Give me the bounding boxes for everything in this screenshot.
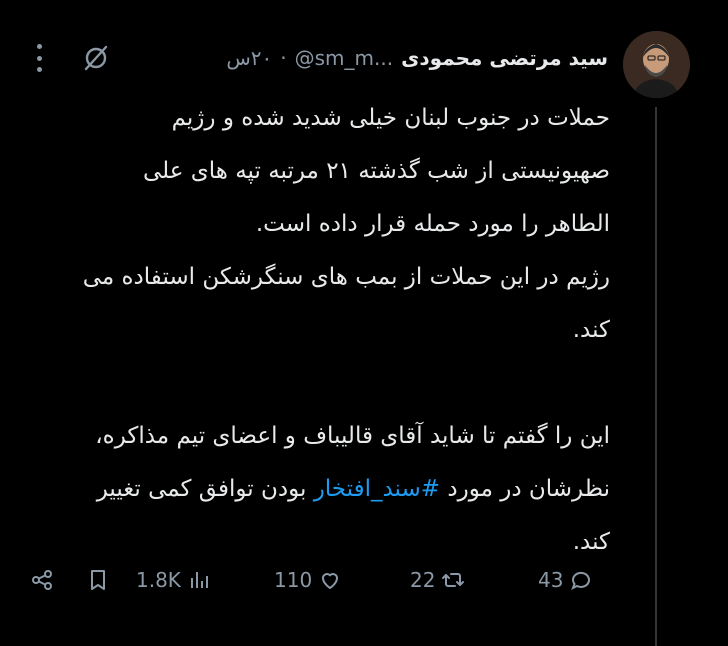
user-handle[interactable]: @sm_m...	[295, 46, 393, 70]
tweet-body: حملات در جنوب لبنان خیلی شدید شده و رژیم…	[30, 92, 610, 569]
tweet-line: صهیونیستی از شب گذشته ۲۱ مرتبه تپه های ع…	[142, 158, 610, 184]
more-dot	[36, 44, 42, 49]
more-dot	[36, 55, 42, 61]
more-dot	[36, 67, 42, 72]
tweet-line: این را گفتم تا شاید آقای قالیباف و اعضای…	[95, 423, 610, 449]
views-count: 1.8K	[136, 568, 181, 592]
like-button[interactable]: 110	[274, 560, 342, 600]
tweet-line: الطاهر را مورد حمله قرار داده است.	[255, 211, 610, 237]
like-count: 110	[274, 568, 313, 592]
tweet-line-with-hashtag: نظرشان در مورد #سند_افتخار بودن توافق کم…	[30, 463, 610, 516]
tweet-line: کند.	[572, 317, 610, 343]
share-icon	[32, 570, 52, 590]
reply-icon	[571, 571, 591, 591]
thread-line	[655, 107, 657, 646]
tweet-text: نظرشان در مورد	[447, 476, 610, 502]
tweet-line: رژیم در این حملات از بمب های سنگرشکن است…	[82, 264, 610, 290]
reply-button[interactable]: 43	[538, 560, 593, 600]
avatar[interactable]	[623, 31, 690, 98]
display-name[interactable]: سید مرتضی محمودی	[401, 46, 608, 70]
bookmark-button[interactable]	[86, 560, 110, 600]
repost-icon	[442, 573, 465, 587]
repost-button[interactable]: 22	[410, 560, 465, 600]
hashtag-link[interactable]: #سند_افتخار	[314, 476, 440, 502]
timestamp[interactable]: ۲۰س	[226, 46, 272, 70]
views-chart-icon	[190, 572, 208, 588]
grok-icon[interactable]	[82, 44, 110, 72]
separator-dot: ·	[280, 46, 287, 70]
more-icon[interactable]	[33, 44, 45, 72]
bookmark-icon	[91, 570, 105, 590]
action-bar: 43 22 110 1.8K	[0, 560, 640, 600]
tweet-text: بودن توافق کمی تغییر	[96, 476, 307, 502]
tweet-line: حملات در جنوب لبنان خیلی شدید شده و رژیم	[171, 105, 610, 131]
tweet-header: سید مرتضی محمودی @sm_m... · ۲۰س	[226, 42, 608, 74]
views-button[interactable]: 1.8K	[136, 560, 211, 600]
heart-icon	[322, 573, 339, 589]
share-button[interactable]	[30, 560, 54, 600]
reply-count: 43	[538, 568, 564, 592]
repost-count: 22	[410, 568, 436, 592]
